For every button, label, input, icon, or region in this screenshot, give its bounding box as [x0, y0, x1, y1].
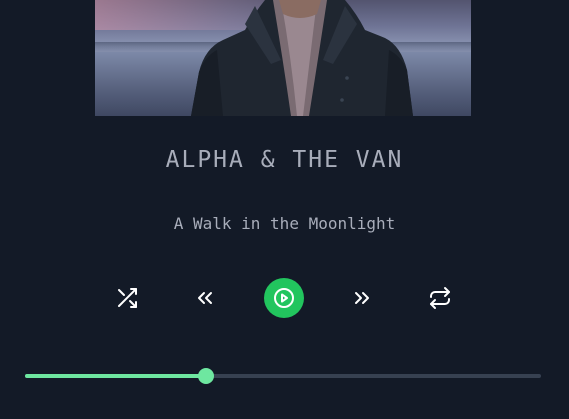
double-chevron-left-icon — [198, 292, 212, 304]
previous-button[interactable] — [185, 278, 225, 318]
play-circle-icon — [274, 288, 294, 308]
album-cover — [95, 0, 471, 116]
track-artist: ALPHA & THE VAN — [165, 147, 404, 173]
shuffle-icon — [118, 288, 137, 308]
next-button[interactable] — [342, 278, 382, 318]
double-chevron-right-icon — [355, 292, 369, 304]
cover-figure — [191, 0, 413, 116]
progress-fill — [25, 374, 206, 378]
track-title: A Walk in the Moonlight — [173, 214, 396, 233]
playback-controls — [0, 278, 569, 318]
play-button[interactable] — [264, 278, 304, 318]
progress-thumb[interactable] — [197, 368, 214, 384]
shuffle-button[interactable] — [107, 278, 147, 318]
progress-slider[interactable] — [25, 367, 541, 385]
repeat-icon — [430, 287, 450, 309]
repeat-button[interactable] — [420, 278, 460, 318]
